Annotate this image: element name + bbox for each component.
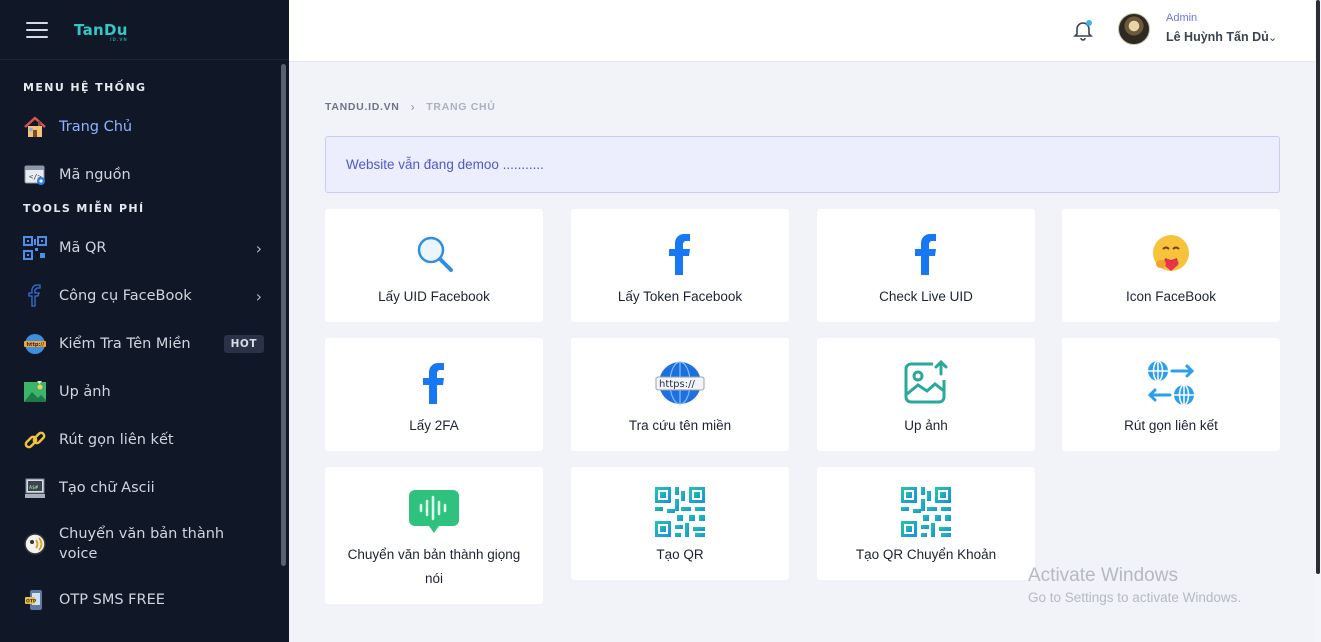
source-code-icon: </> [23,163,47,187]
voice-icon [23,532,47,556]
hug-emoji-icon [1146,233,1196,275]
sidebar-item-label: Tạo chữ Ascii [59,480,155,496]
sidebar-item-cong-cu-facebook[interactable]: Công cụ FaceBook › [0,283,282,309]
topbar: Admin Lê Huỳnh Tấn Dủ ⌄ [289,0,1321,62]
card-label: Tạo QR [656,547,704,562]
card-lay-token-facebook[interactable]: Lấy Token Facebook [571,209,789,322]
card-label: Lấy Token Facebook [617,289,743,304]
hot-badge: HOT [223,335,264,353]
facebook-icon [409,362,459,404]
card-check-live-uid[interactable]: Check Live UID [817,209,1035,322]
card-tao-qr[interactable]: Tạo QR [571,467,789,580]
chevron-right-icon: › [255,238,262,258]
activate-windows-title: Activate Windows [1028,565,1178,586]
sidebar-header: TanDu ID.VN [0,0,289,60]
page-scrollbar[interactable] [1315,0,1321,642]
svg-text:http://: http:// [27,342,45,348]
card-label: Lấy UID Facebook [378,289,490,304]
sidebar-scrollbar[interactable] [281,64,286,566]
sidebar-item-kiem-tra-ten-mien[interactable]: http:// Kiểm Tra Tên Miền HOT [0,331,282,357]
sidebar-item-up-anh[interactable]: Up ảnh [0,379,282,405]
card-icon-facebook[interactable]: Icon FaceBook [1062,209,1280,322]
card-label: Tra cứu tên miền [628,418,732,433]
sidebar-item-label: Công cụ FaceBook [59,288,192,304]
link-icon [23,428,47,452]
brand-logo[interactable]: TanDu ID.VN [74,21,128,42]
card-tao-qr-chuyen-khoan[interactable]: Tạo QR Chuyển Khoản [817,467,1035,580]
notification-bell-icon[interactable] [1072,19,1094,41]
sidebar-item-otp-sms-free[interactable]: OTP OTP SMS FREE [0,587,282,613]
svg-text:OTP: OTP [26,599,37,605]
card-label: Rút gọn liên kết [1124,418,1218,433]
svg-text:A$#: A$# [29,485,38,491]
chevron-right-icon: › [410,100,416,114]
section-tools-mien-phi: TOOLS MIỄN PHÍ [23,202,145,215]
info-alert: Website vẫn đang demoo ........... [325,136,1280,193]
card-rut-gon-lien-ket[interactable]: Rút gọn liên kết [1062,338,1280,451]
card-label: Up ảnh [904,418,948,433]
card-label: Lấy 2FA [409,418,459,433]
sidebar-item-label: Mã QR [59,240,107,256]
sidebar-item-ma-nguon[interactable]: </> Mã nguồn [0,162,282,188]
http-globe-icon: http:// [23,332,47,356]
svg-text:https://: https:// [659,379,695,390]
sidebar-item-label: Trang Chủ [59,119,133,135]
sidebar-item-label: OTP SMS FREE [59,592,165,608]
sidebar-item-label: Up ảnh [59,384,111,400]
avatar[interactable] [1118,13,1150,45]
card-label: Check Live UID [879,289,973,304]
card-label: Tạo QR Chuyển Khoản [855,547,997,562]
facebook-icon [901,233,951,275]
facebook-icon [655,233,705,275]
card-chuyen-van-ban-thanh-giong-noi[interactable]: Chuyển văn bản thành giọng nói [325,467,543,604]
page-scrollbar-thumb[interactable] [1316,0,1320,574]
qr-code-icon [23,236,47,260]
https-globe-icon: https:// [655,361,705,405]
user-name[interactable]: Lê Huỳnh Tấn Dủ [1166,30,1269,44]
ascii-icon: A$# [23,476,47,500]
card-tra-cuu-ten-mien[interactable]: https:// Tra cứu tên miền [571,338,789,451]
chevron-right-icon: › [255,286,262,306]
sidebar-item-label: Rút gọn liên kết [59,432,174,448]
sidebar-item-chuyen-van-ban-thanh-voice[interactable]: Chuyển văn bản thành voice [0,522,282,566]
image-upload-icon [901,360,951,404]
sidebar-item-tao-chu-ascii[interactable]: A$# Tạo chữ Ascii [0,475,282,501]
card-lay-uid-facebook[interactable]: Lấy UID Facebook [325,209,543,322]
card-lay-2fa[interactable]: Lấy 2FA [325,338,543,451]
sidebar-item-rut-gon-lien-ket[interactable]: Rút gọn liên kết [0,427,282,453]
facebook-icon [23,284,47,308]
sidebar-item-trang-chu[interactable]: Trang Chủ [0,114,282,140]
image-icon [23,380,47,404]
house-icon [23,115,47,139]
globe-exchange-icon [1146,360,1196,406]
card-label: Icon FaceBook [1125,289,1217,304]
hamburger-menu-icon[interactable] [26,21,48,38]
voice-message-icon [409,490,459,533]
card-up-anh[interactable]: Up ảnh [817,338,1035,451]
sidebar-item-ma-qr[interactable]: Mã QR › [0,235,282,261]
qr-code-icon [655,487,705,537]
alert-text: Website vẫn đang demoo ........... [346,157,544,172]
breadcrumb-current: TRANG CHỦ [426,101,496,113]
section-menu-he-thong: MENU HỆ THỐNG [23,81,147,94]
otp-icon: OTP [23,588,47,612]
breadcrumb: TANDU.ID.VN › TRANG CHỦ [325,100,496,114]
sidebar-item-label: Kiểm Tra Tên Miền [59,336,191,352]
card-label: Chuyển văn bản thành giọng nói [347,547,521,586]
breadcrumb-home[interactable]: TANDU.ID.VN [325,101,400,113]
user-role: Admin [1166,12,1198,24]
sidebar: TanDu ID.VN MENU HỆ THỐNG Trang Chủ </> M… [0,0,289,642]
sidebar-item-label: Chuyển văn bản thành voice [59,526,225,562]
sidebar-item-label: Mã nguồn [59,167,131,183]
activate-windows-subtitle: Go to Settings to activate Windows. [1028,590,1242,605]
chevron-down-icon[interactable]: ⌄ [1268,31,1277,44]
search-icon [409,233,459,275]
qr-code-icon [901,487,951,537]
